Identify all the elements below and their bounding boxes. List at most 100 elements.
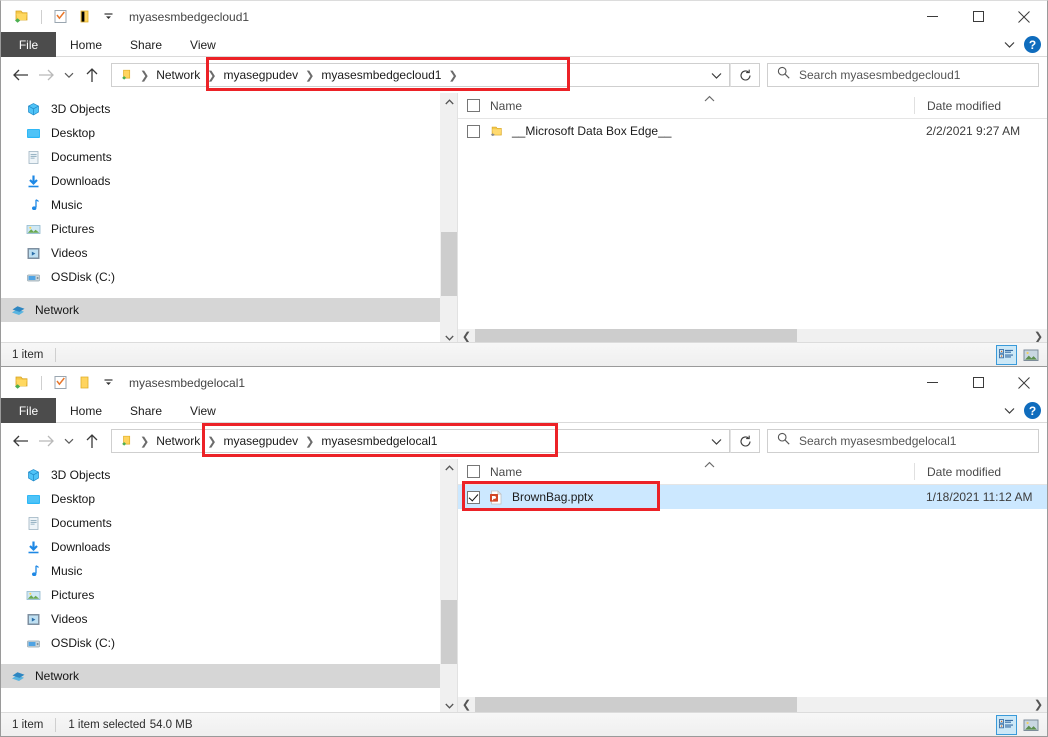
minimize-button[interactable]	[909, 367, 955, 398]
breadcrumb-item-network[interactable]: Network	[151, 68, 205, 82]
minimize-button[interactable]	[909, 1, 955, 32]
sidebar-item-downloads[interactable]: Downloads	[1, 169, 457, 193]
up-button[interactable]	[79, 62, 105, 88]
ribbon-collapse-chevron-down-icon[interactable]	[1004, 36, 1015, 54]
file-list-pane: Name Date modified	[458, 93, 1047, 346]
address-bar[interactable]: ❯ Network ❯ myasegpudev ❯ myasesmbedgecl…	[111, 63, 730, 87]
table-row[interactable]: BrownBag.pptx 1/18/2021 11:12 AM	[458, 485, 1047, 509]
tab-home[interactable]: Home	[56, 398, 116, 423]
row-checkbox[interactable]	[458, 125, 488, 138]
maximize-button[interactable]	[955, 367, 1001, 398]
breadcrumb-item-server[interactable]: myasegpudev	[218, 68, 303, 82]
column-header-name[interactable]: Name	[488, 99, 914, 113]
breadcrumb-item-share[interactable]: myasesmbedgecloud1	[316, 68, 446, 82]
new-folder-icon[interactable]	[73, 372, 95, 394]
column-header-name[interactable]: Name	[488, 465, 914, 479]
tab-view[interactable]: View	[176, 32, 230, 57]
recent-locations-chevron-down-icon[interactable]	[59, 428, 79, 454]
large-icons-view-icon[interactable]	[1020, 345, 1041, 365]
tab-file[interactable]: File	[1, 398, 56, 423]
ribbon-collapse-chevron-down-icon[interactable]	[1004, 402, 1015, 420]
sidebar-item-documents[interactable]: Documents	[1, 511, 457, 535]
sidebar-scroll-thumb[interactable]	[441, 232, 457, 296]
close-button[interactable]	[1001, 367, 1047, 398]
sidebar-item-osdisk[interactable]: OSDisk (C:)	[1, 265, 457, 289]
maximize-button[interactable]	[955, 1, 1001, 32]
tab-home[interactable]: Home	[56, 32, 116, 57]
new-folder-icon[interactable]	[73, 6, 95, 28]
scroll-up-icon[interactable]	[441, 93, 457, 110]
scroll-up-icon[interactable]	[441, 459, 457, 476]
row-name-cell: BrownBag.pptx	[488, 489, 914, 506]
sidebar-item-3d-objects[interactable]: 3D Objects	[1, 463, 457, 487]
breadcrumb-separator[interactable]: ❯	[303, 69, 316, 82]
sidebar-scroll-thumb[interactable]	[441, 600, 457, 664]
sidebar-item-label: Documents	[51, 150, 112, 164]
network-folder-icon[interactable]	[10, 6, 32, 28]
tab-view[interactable]: View	[176, 398, 230, 423]
sidebar-item-osdisk[interactable]: OSDisk (C:)	[1, 631, 457, 655]
column-header-name-label: Name	[490, 465, 522, 479]
sidebar-item-3d-objects[interactable]: 3D Objects	[1, 97, 457, 121]
titlebar: myasesmbedgelocal1	[1, 367, 1047, 398]
sidebar-item-desktop[interactable]: Desktop	[1, 121, 457, 145]
details-view-icon[interactable]	[996, 715, 1017, 735]
tab-share[interactable]: Share	[116, 398, 176, 423]
column-header-date-modified[interactable]: Date modified	[914, 463, 1047, 480]
address-dropdown-chevron-down-icon[interactable]	[703, 65, 729, 87]
refresh-button[interactable]	[730, 63, 760, 87]
sidebar-vertical-scrollbar[interactable]	[440, 459, 457, 714]
back-button[interactable]	[7, 62, 33, 88]
sidebar-item-music[interactable]: Music	[1, 193, 457, 217]
select-all-checkbox[interactable]	[458, 465, 488, 478]
network-folder-icon[interactable]	[10, 372, 32, 394]
sidebar-item-videos[interactable]: Videos	[1, 241, 457, 265]
sidebar-item-label: Pictures	[51, 222, 94, 236]
breadcrumb-item-server[interactable]: myasegpudev	[218, 434, 303, 448]
address-dropdown-chevron-down-icon[interactable]	[703, 431, 729, 453]
properties-icon[interactable]	[49, 372, 71, 394]
sidebar-item-downloads[interactable]: Downloads	[1, 535, 457, 559]
recent-locations-chevron-down-icon[interactable]	[59, 62, 79, 88]
sidebar-vertical-scrollbar[interactable]	[440, 93, 457, 346]
breadcrumb-separator[interactable]: ❯	[205, 69, 218, 82]
large-icons-view-icon[interactable]	[1020, 715, 1041, 735]
help-icon[interactable]: ?	[1024, 36, 1041, 53]
forward-button[interactable]	[33, 428, 59, 454]
row-checkbox[interactable]	[458, 491, 488, 504]
ribbon-tabs: File Home Share View ?	[1, 398, 1047, 423]
search-box[interactable]: Search myasesmbedgecloud1	[767, 63, 1039, 87]
close-button[interactable]	[1001, 1, 1047, 32]
navigation-bar: ❯ Network ❯ myasegpudev ❯ myasesmbedgelo…	[1, 423, 1047, 459]
customize-qat-chevron-down-icon[interactable]	[97, 6, 119, 28]
select-all-checkbox[interactable]	[458, 99, 488, 112]
breadcrumb-item-network[interactable]: Network	[151, 434, 205, 448]
breadcrumb-separator-trailing[interactable]: ❯	[446, 69, 459, 82]
up-button[interactable]	[79, 428, 105, 454]
sidebar-item-network[interactable]: Network	[1, 298, 457, 322]
sidebar-item-pictures[interactable]: Pictures	[1, 583, 457, 607]
breadcrumb-separator[interactable]: ❯	[303, 435, 316, 448]
sidebar-item-music[interactable]: Music	[1, 559, 457, 583]
table-row[interactable]: __Microsoft Data Box Edge__ 2/2/2021 9:2…	[458, 119, 1047, 143]
properties-icon[interactable]	[49, 6, 71, 28]
forward-button[interactable]	[33, 62, 59, 88]
customize-qat-chevron-down-icon[interactable]	[97, 372, 119, 394]
sidebar-item-network[interactable]: Network	[1, 664, 457, 688]
refresh-button[interactable]	[730, 429, 760, 453]
help-icon[interactable]: ?	[1024, 402, 1041, 419]
breadcrumb-item-share[interactable]: myasesmbedgelocal1	[316, 434, 442, 448]
column-header-date-modified[interactable]: Date modified	[914, 97, 1047, 114]
sidebar-item-documents[interactable]: Documents	[1, 145, 457, 169]
tab-share[interactable]: Share	[116, 32, 176, 57]
sidebar-item-videos[interactable]: Videos	[1, 607, 457, 631]
search-box[interactable]: Search myasesmbedgelocal1	[767, 429, 1039, 453]
details-view-icon[interactable]	[996, 345, 1017, 365]
breadcrumb-separator[interactable]: ❯	[205, 435, 218, 448]
sidebar-item-pictures[interactable]: Pictures	[1, 217, 457, 241]
back-button[interactable]	[7, 428, 33, 454]
address-bar[interactable]: ❯ Network ❯ myasegpudev ❯ myasesmbedgelo…	[111, 429, 730, 453]
sidebar-item-desktop[interactable]: Desktop	[1, 487, 457, 511]
view-mode-buttons	[996, 715, 1041, 735]
tab-file[interactable]: File	[1, 32, 56, 57]
